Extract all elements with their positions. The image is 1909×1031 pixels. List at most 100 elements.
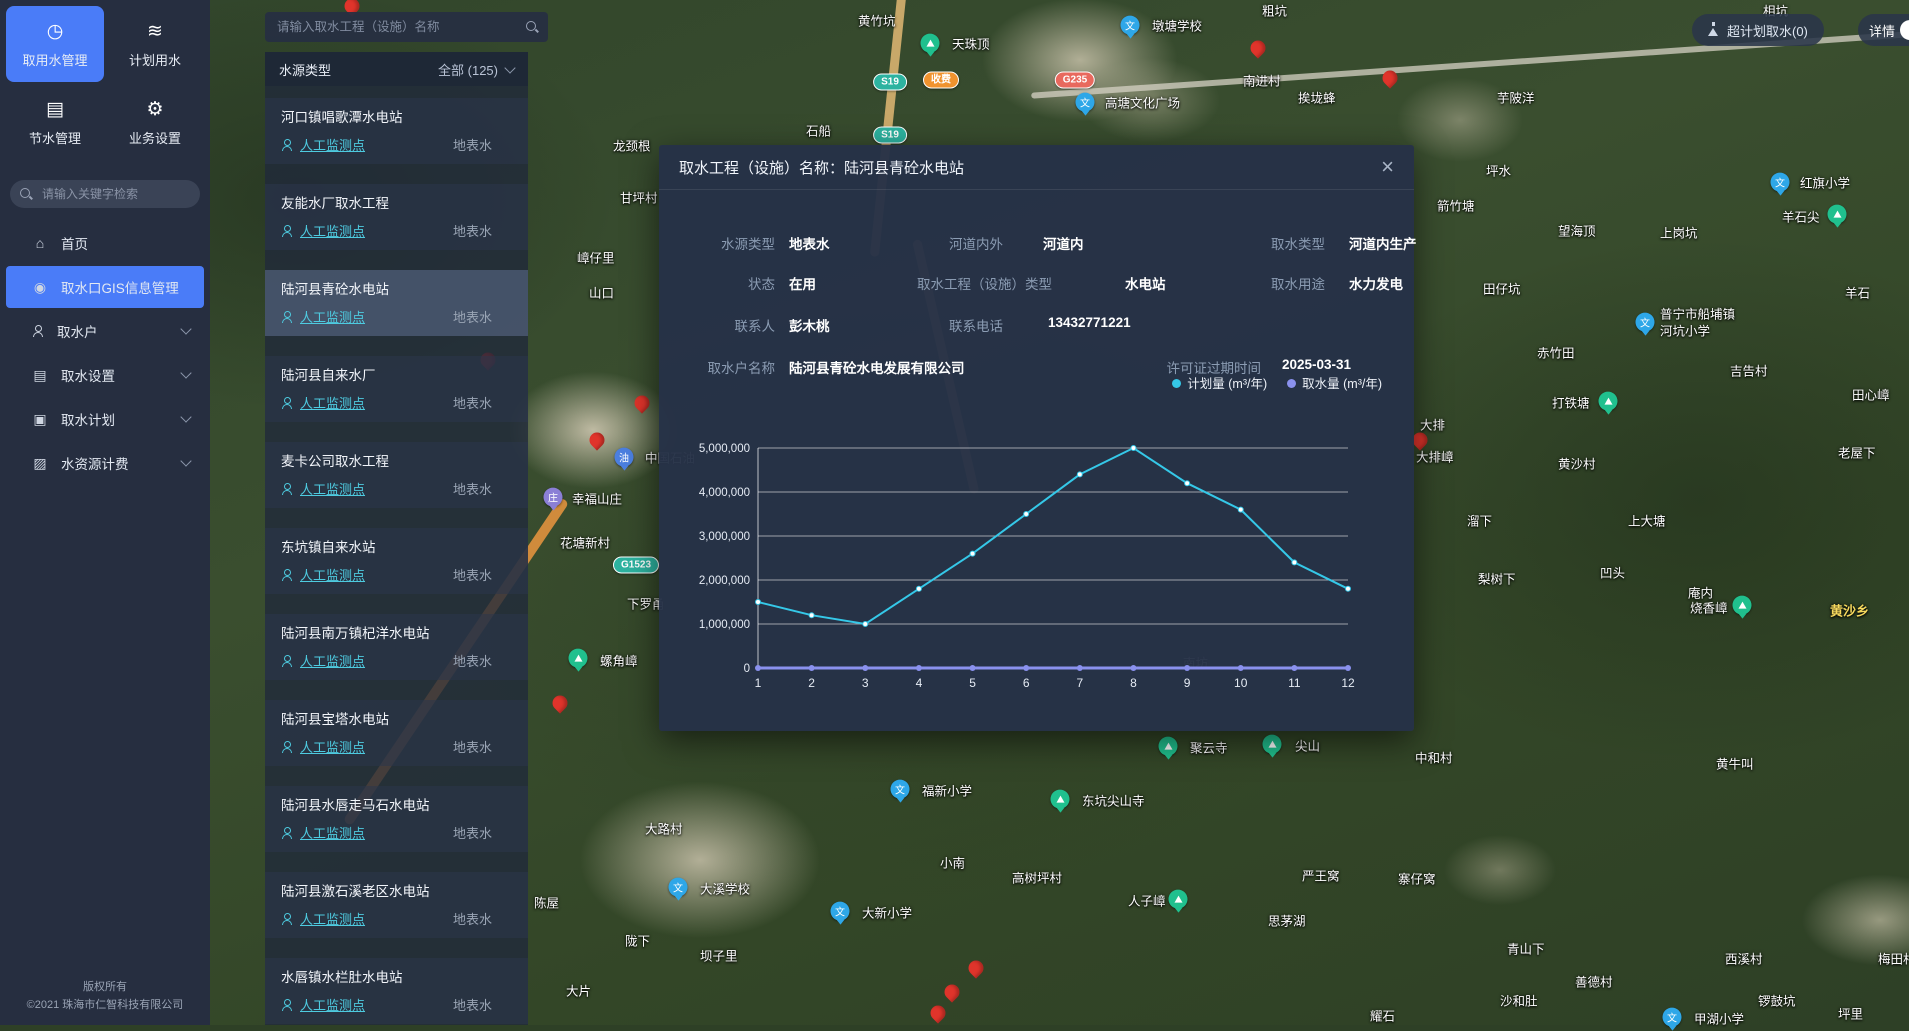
filter-dropdown[interactable]: 全部 (125) xyxy=(438,60,514,79)
monitor-type-link[interactable]: 人工监测点 xyxy=(300,909,365,928)
monitor-type-link[interactable]: 人工监测点 xyxy=(300,995,365,1014)
map-place-label: 高树坪村 xyxy=(1012,868,1062,887)
station-name: 陆河县青砼水电站 xyxy=(281,278,514,298)
flask-icon xyxy=(1708,28,1718,36)
water-source-type: 地表水 xyxy=(453,221,514,240)
red-pin-icon[interactable] xyxy=(1247,37,1268,58)
meter-icon: ◷ xyxy=(47,20,64,43)
map-place-label: 坪水 xyxy=(1486,161,1511,180)
sidebar-item-home[interactable]: ⌂ 首页 xyxy=(6,222,204,264)
map-place-label: 寨仔窝 xyxy=(1398,869,1436,888)
red-pin-icon[interactable] xyxy=(965,957,986,978)
map-place-label: 芋陂洋 xyxy=(1497,88,1535,107)
field-label: 状态 xyxy=(659,273,775,293)
list-item[interactable]: 陆河县南万镇杞洋水电站人工监测点地表水 xyxy=(265,614,528,680)
temple-pin-icon[interactable] xyxy=(1051,790,1070,809)
monitor-type-link[interactable]: 人工监测点 xyxy=(300,565,365,584)
tile-business-settings[interactable]: ⚙ 业务设置 xyxy=(106,84,204,160)
station-name: 陆河县南万镇杞洋水电站 xyxy=(281,622,514,642)
close-icon[interactable]: × xyxy=(1381,156,1394,178)
sidebar-search[interactable] xyxy=(10,180,200,208)
svg-text:4: 4 xyxy=(916,676,923,690)
mountain-pin-icon[interactable] xyxy=(569,649,588,668)
over-plan-intake-button[interactable]: 超计划取水(0) xyxy=(1692,14,1824,46)
sidebar-item-gis-info[interactable]: ◉ 取水口GIS信息管理 xyxy=(6,266,204,308)
chevron-down-icon xyxy=(180,411,191,422)
sidebar-item-intake-plan[interactable]: ▣ 取水计划 xyxy=(6,398,204,440)
monitor-type-link[interactable]: 人工监测点 xyxy=(300,823,365,842)
list-item[interactable]: 陆河县自来水厂人工监测点地表水 xyxy=(265,356,528,422)
tile-planned-water[interactable]: ≋ 计划用水 xyxy=(106,6,204,82)
gas-pin-icon[interactable]: 油 xyxy=(615,448,634,467)
tile-water-intake-mgmt[interactable]: ◷ 取用水管理 xyxy=(6,6,104,82)
station-search-box[interactable] xyxy=(265,12,548,42)
station-search-input[interactable] xyxy=(275,19,518,35)
school-pin-icon[interactable]: 文 xyxy=(1771,173,1790,192)
school-pin-icon[interactable]: 文 xyxy=(669,878,688,897)
red-pin-icon[interactable] xyxy=(549,692,570,713)
search-icon[interactable] xyxy=(526,21,538,33)
field-value: 河道内 xyxy=(1043,233,1084,253)
list-item[interactable]: 麦卡公司取水工程人工监测点地表水 xyxy=(265,442,528,508)
svg-text:7: 7 xyxy=(1076,676,1083,690)
list-item[interactable]: 水唇镇水栏肚水电站人工监测点地表水 xyxy=(265,958,528,1024)
mountain-pin-icon[interactable] xyxy=(1599,392,1618,411)
list-item[interactable]: 陆河县青砼水电站人工监测点地表水 xyxy=(265,270,528,336)
list-item[interactable]: 陆河县激石溪老区水电站人工监测点地表水 xyxy=(265,872,528,938)
red-pin-icon[interactable] xyxy=(941,981,962,1002)
sidebar-item-intake-settings[interactable]: ▤ 取水设置 xyxy=(6,354,204,396)
temple-pin-icon[interactable] xyxy=(1159,737,1178,756)
monitor-type-link[interactable]: 人工监测点 xyxy=(300,651,365,670)
map-place-label: 挨垅蜂 xyxy=(1298,88,1336,107)
school-pin-icon[interactable]: 文 xyxy=(1121,16,1140,35)
mountain-pin-icon[interactable] xyxy=(921,34,940,53)
map-place-label: 黄沙村 xyxy=(1558,454,1596,473)
monitor-type-link[interactable]: 人工监测点 xyxy=(300,737,365,756)
map-place-label: 大溪学校 xyxy=(700,879,750,898)
list-item[interactable]: 陆河县水唇走马石水电站人工监测点地表水 xyxy=(265,786,528,852)
monitor-type-link[interactable]: 人工监测点 xyxy=(300,135,365,154)
toggle-knob[interactable] xyxy=(1900,20,1909,40)
sidebar-item-water-billing[interactable]: ▨ 水资源计费 xyxy=(6,442,204,484)
tile-water-saving[interactable]: ▤ 节水管理 xyxy=(6,84,104,160)
svg-text:2,000,000: 2,000,000 xyxy=(699,575,750,587)
svg-text:2: 2 xyxy=(808,676,815,690)
mountain-pin-icon[interactable] xyxy=(1169,890,1188,909)
sidebar-search-input[interactable] xyxy=(40,186,194,202)
map-place-label: 尖山 xyxy=(1295,736,1320,755)
monitor-type-link[interactable]: 人工监测点 xyxy=(300,307,365,326)
map-place-label: 青山下 xyxy=(1507,939,1545,958)
school-pin-icon[interactable]: 文 xyxy=(1076,93,1095,112)
field-value: 13432771221 xyxy=(1048,315,1131,330)
monitor-type-link[interactable]: 人工监测点 xyxy=(300,479,365,498)
road-badge: S19 xyxy=(873,74,907,91)
road-badge: G1523 xyxy=(613,557,659,574)
detail-toggle[interactable]: 详情 xyxy=(1858,14,1909,46)
monitor-type-link[interactable]: 人工监测点 xyxy=(300,393,365,412)
menu-label: 取水口GIS信息管理 xyxy=(61,277,179,297)
school-pin-icon[interactable]: 文 xyxy=(891,780,910,799)
school-pin-icon[interactable]: 文 xyxy=(1663,1008,1682,1027)
resort-pin-icon[interactable]: 庄 xyxy=(544,488,563,507)
list-item[interactable]: 友能水厂取水工程人工监测点地表水 xyxy=(265,184,528,250)
school-pin-icon[interactable]: 文 xyxy=(831,902,850,921)
list-item[interactable]: 河口镇唱歌潭水电站人工监测点地表水 xyxy=(265,98,528,164)
map-place-label: 凹头 xyxy=(1600,563,1625,582)
map-place-label: 聚云寺 xyxy=(1190,738,1228,757)
person-icon xyxy=(281,999,293,1011)
sidebar-item-water-users[interactable]: 取水户 xyxy=(6,310,204,352)
mountain-pin-icon[interactable] xyxy=(1828,205,1847,224)
red-pin-icon[interactable] xyxy=(631,392,652,413)
map-place-label: 严王窝 xyxy=(1302,866,1340,885)
station-name: 陆河县自来水厂 xyxy=(281,364,514,384)
map-place-label: 嶂仔里 xyxy=(577,248,615,267)
mountain-pin-icon[interactable] xyxy=(1733,596,1752,615)
red-pin-icon[interactable] xyxy=(927,1002,948,1023)
water-source-type: 地表水 xyxy=(453,823,514,842)
list-item[interactable]: 陆河县宝塔水电站人工监测点地表水 xyxy=(265,700,528,766)
school-pin-icon[interactable]: 文 xyxy=(1636,313,1655,332)
red-pin-icon[interactable] xyxy=(586,429,607,450)
list-item[interactable]: 东坑镇自来水站人工监测点地表水 xyxy=(265,528,528,594)
monitor-type-link[interactable]: 人工监测点 xyxy=(300,221,365,240)
mountain-pin-icon[interactable] xyxy=(1263,735,1282,754)
